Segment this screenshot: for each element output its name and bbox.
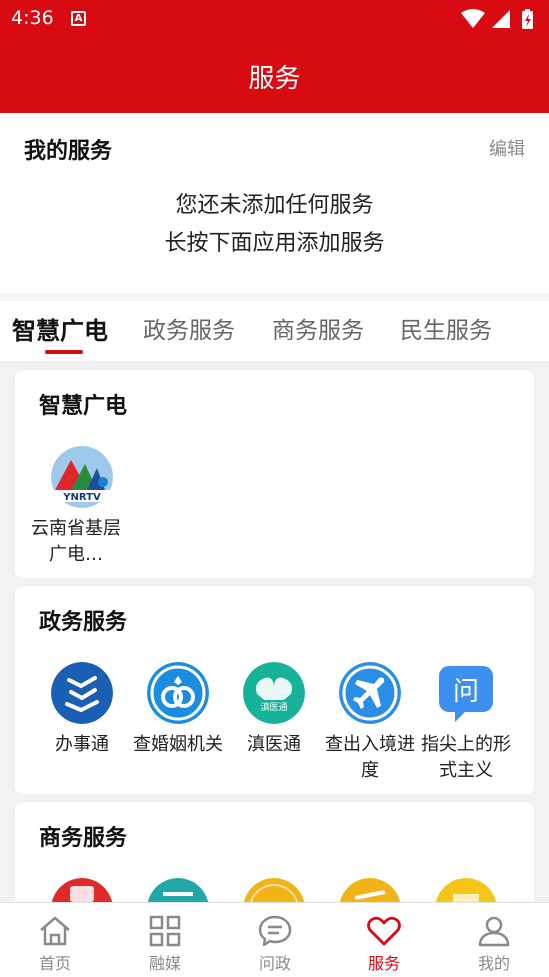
marriage-rings-icon xyxy=(147,662,209,724)
red-app-icon xyxy=(51,878,113,902)
svg-text:YNRTV: YNRTV xyxy=(62,492,101,503)
my-services-title: 我的服务 xyxy=(24,139,113,164)
signal-icon xyxy=(492,10,510,28)
person-icon xyxy=(478,916,510,947)
status-bar: 4:36 A xyxy=(0,0,549,38)
wifi-icon xyxy=(461,9,485,28)
service-label: 云南省基层广电… xyxy=(31,518,121,565)
nav-label: 问政 xyxy=(258,954,291,973)
heart-icon xyxy=(367,916,401,946)
banshitong-icon xyxy=(51,662,113,724)
chat-bubble-icon xyxy=(258,915,292,947)
service-label: 办事通 xyxy=(55,734,109,755)
tab-smart-broadcast[interactable]: 智慧广电 xyxy=(12,311,108,346)
bottom-nav: 首页 融媒 问政 服务 我的 xyxy=(0,902,549,977)
section-card-government: 政务服务 办事通 查婚姻机关 滇医通 滇医通 查出入境进度 问 指尖上的形式主义 xyxy=(15,586,534,794)
svg-text:滇医通: 滇医通 xyxy=(260,701,287,713)
question-chat-icon: 问 xyxy=(435,662,497,724)
dianyitong-icon: 滇医通 xyxy=(243,662,305,724)
yellow-app-icon xyxy=(243,878,305,902)
section-title: 智慧广电 xyxy=(39,394,128,419)
nav-services[interactable]: 服务 xyxy=(329,903,439,977)
empty-hint-line1: 您还未添加任何服务 xyxy=(175,193,374,218)
section-title: 政务服务 xyxy=(39,610,128,635)
service-label: 滇医通 xyxy=(247,734,301,755)
service-label: 指尖上的形式主义 xyxy=(421,734,511,781)
my-services-panel: 我的服务 编辑 您还未添加任何服务 长按下面应用添加服务 xyxy=(0,113,549,293)
service-label: 查婚姻机关 xyxy=(133,734,223,755)
nav-mine[interactable]: 我的 xyxy=(439,903,549,977)
app-header: 服务 xyxy=(0,38,549,113)
teal-app-icon xyxy=(147,878,209,902)
services-list[interactable]: 智慧广电 YNRTV 云南省基层广电… 政务服务 办事通 查婚姻机关 滇医通 滇… xyxy=(0,361,549,902)
page-title: 服务 xyxy=(248,64,301,94)
nav-label: 融媒 xyxy=(148,954,181,973)
tab-government[interactable]: 政务服务 xyxy=(143,311,235,345)
tab-livelihood[interactable]: 民生服务 xyxy=(400,311,492,345)
nav-media[interactable]: 融媒 xyxy=(110,903,220,977)
notification-icon: A xyxy=(71,11,86,26)
nav-inquiry[interactable]: 问政 xyxy=(220,903,330,977)
ynrtv-logo-icon: YNRTV xyxy=(51,446,113,508)
home-icon xyxy=(40,916,70,946)
tab-indicator xyxy=(45,350,83,354)
nav-label: 服务 xyxy=(367,954,400,973)
nav-home[interactable]: 首页 xyxy=(0,903,110,977)
battery-icon xyxy=(522,9,533,29)
edit-button[interactable]: 编辑 xyxy=(489,135,525,161)
category-tabs: 智慧广电 政务服务 商务服务 民生服务 xyxy=(0,301,549,361)
airplane-icon xyxy=(339,662,401,724)
section-card-business: 商务服务 xyxy=(15,802,534,902)
svg-text:问: 问 xyxy=(453,677,479,707)
status-time: 4:36 xyxy=(11,7,54,29)
section-card-smart-broadcast: 智慧广电 YNRTV 云南省基层广电… xyxy=(15,370,534,578)
yellow-app-icon xyxy=(435,878,497,902)
empty-hint-line2: 长按下面应用添加服务 xyxy=(164,231,385,256)
nav-label: 首页 xyxy=(38,954,71,973)
status-icons xyxy=(461,9,533,29)
grid-icon xyxy=(149,915,181,947)
tab-business[interactable]: 商务服务 xyxy=(272,311,364,345)
section-title: 商务服务 xyxy=(39,826,128,851)
yellow-app-icon xyxy=(339,878,401,902)
nav-label: 我的 xyxy=(477,954,510,973)
service-label: 查出入境进度 xyxy=(325,734,415,781)
